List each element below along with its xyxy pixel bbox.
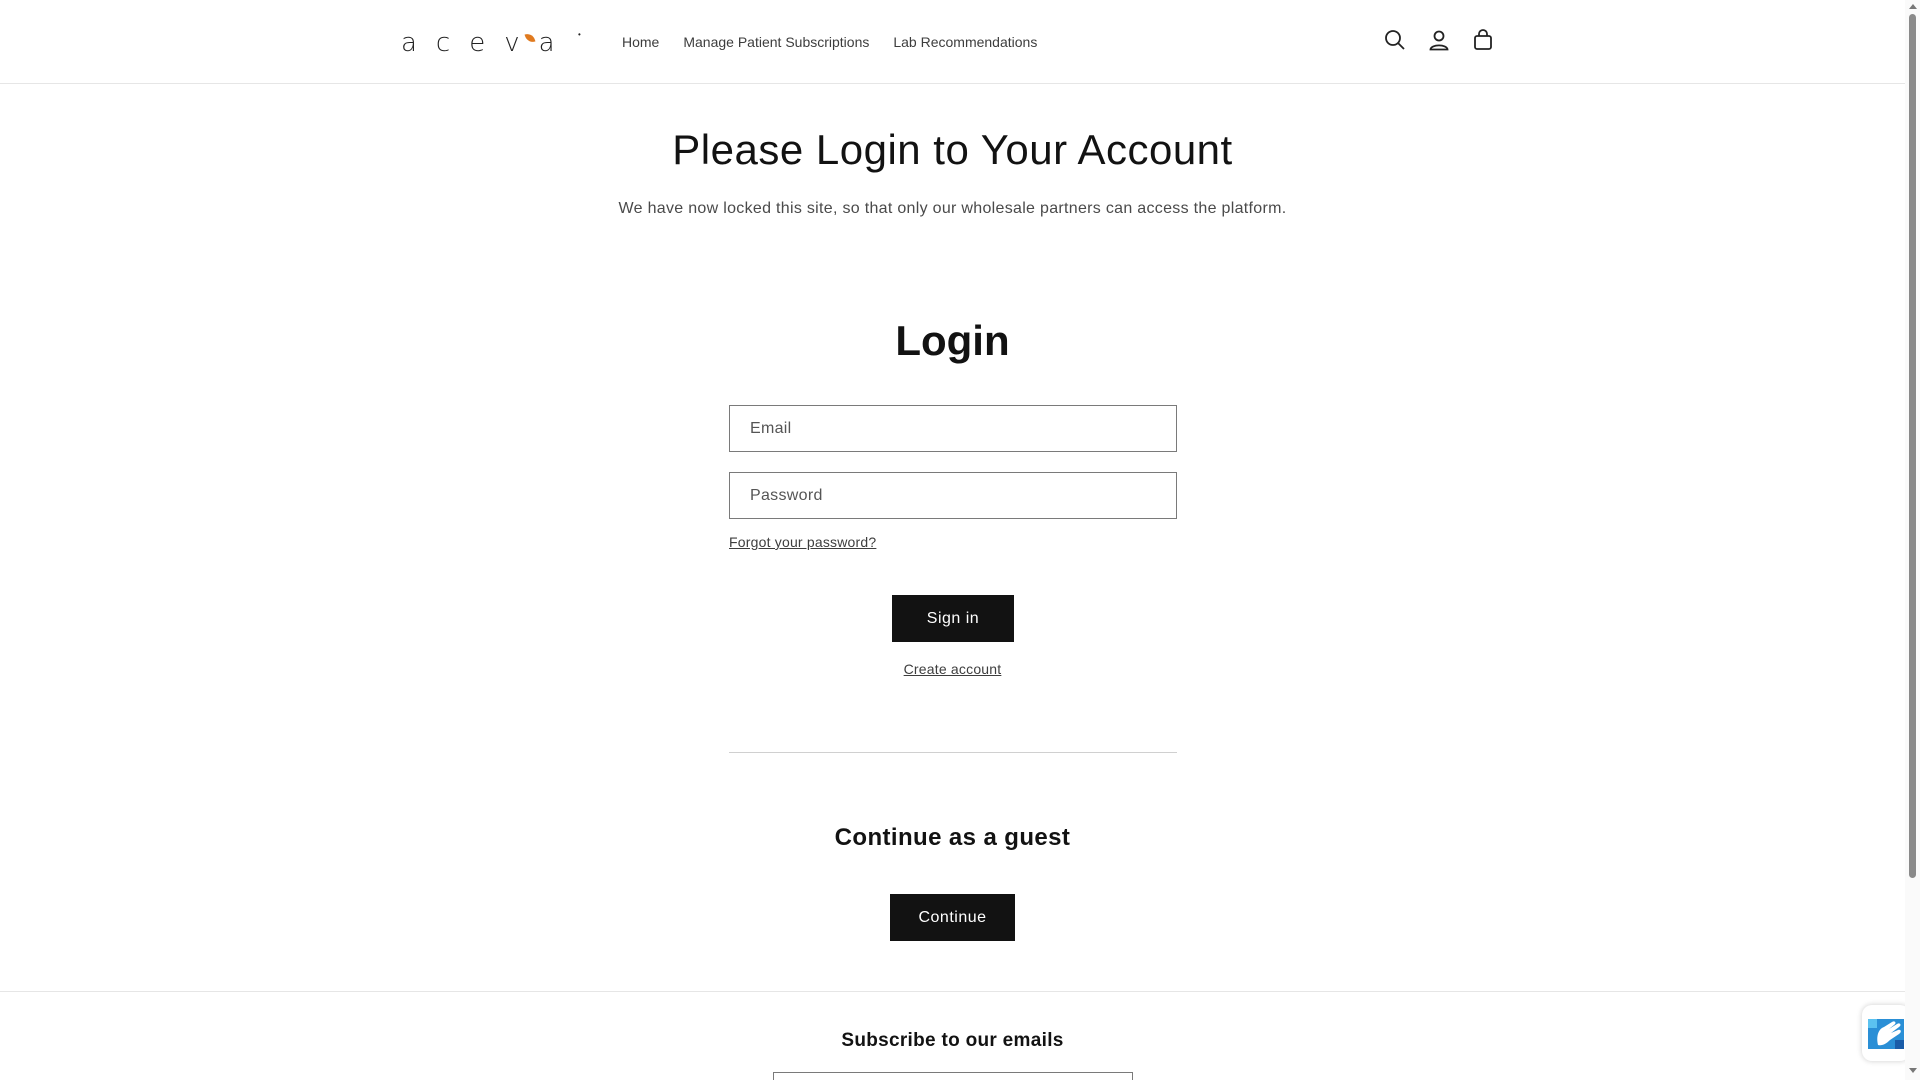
- continue-button[interactable]: Continue: [890, 894, 1015, 941]
- nav-item-home[interactable]: Home: [622, 33, 659, 51]
- account-icon[interactable]: [1427, 28, 1451, 52]
- hand-icon: [1868, 1019, 1904, 1049]
- scroll-up-arrow-icon[interactable]: [1909, 4, 1917, 9]
- email-input[interactable]: [730, 406, 1176, 451]
- scroll-thumb[interactable]: [1909, 14, 1916, 878]
- password-field: [729, 472, 1177, 519]
- section-divider: [729, 752, 1177, 753]
- cart-icon[interactable]: [1471, 28, 1495, 52]
- email-field: [729, 405, 1177, 452]
- brand-logo[interactable]: aceva •: [401, 28, 581, 58]
- subscribe-heading: Subscribe to our emails: [841, 1030, 1064, 1051]
- logo-registered-mark: •: [578, 30, 581, 39]
- main-nav: Home Manage Patient Subscriptions Lab Re…: [622, 33, 1061, 51]
- search-icon[interactable]: [1383, 28, 1407, 52]
- page-scrollbar[interactable]: [1905, 0, 1920, 1080]
- login-heading: Login: [895, 317, 1010, 364]
- subscribe-email-input[interactable]: [773, 1072, 1133, 1080]
- logo-text: aceva: [401, 28, 574, 58]
- sign-in-button[interactable]: Sign in: [892, 595, 1014, 642]
- scroll-down-arrow-icon[interactable]: [1909, 1068, 1917, 1073]
- footer-divider: [0, 991, 1905, 992]
- password-input[interactable]: [730, 473, 1176, 518]
- forgot-password-link[interactable]: Forgot your password?: [729, 534, 876, 550]
- header-icons: [1383, 28, 1495, 52]
- create-account-wrapper: Create account: [0, 661, 1905, 677]
- page-subtitle: We have now locked this site, so that on…: [618, 200, 1287, 217]
- page-title: Please Login to Your Account: [672, 126, 1233, 173]
- nav-item-manage-patient-subscriptions[interactable]: Manage Patient Subscriptions: [683, 33, 869, 51]
- nav-item-lab-recommendations[interactable]: Lab Recommendations: [893, 33, 1037, 51]
- site-header: aceva • Home Manage Patient Subscription…: [0, 0, 1905, 84]
- create-account-link[interactable]: Create account: [904, 661, 1002, 677]
- guest-heading: Continue as a guest: [834, 824, 1071, 851]
- accessibility-widget[interactable]: [1862, 1005, 1910, 1061]
